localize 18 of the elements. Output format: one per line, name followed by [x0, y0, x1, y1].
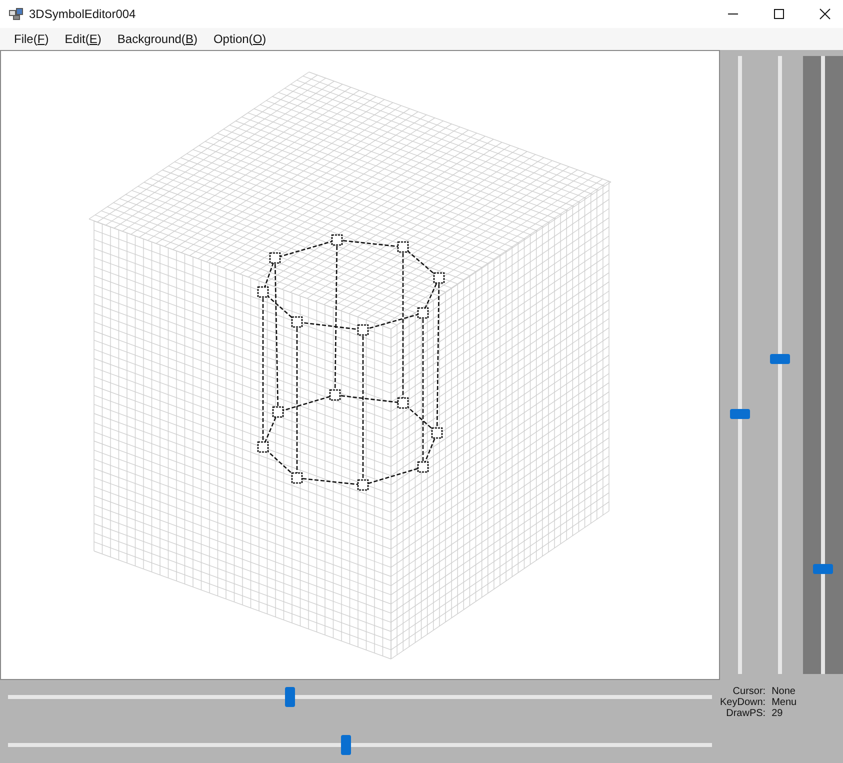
close-icon[interactable] [819, 8, 831, 20]
status-value: None [772, 686, 796, 697]
vertical-slider[interactable] [803, 56, 843, 674]
viewport-canvas[interactable] [0, 50, 720, 680]
status-value: 29 [772, 708, 784, 719]
status-value: Menu [772, 697, 797, 708]
menu-item[interactable]: Option(O) [205, 30, 274, 48]
status-label: KeyDown: [720, 697, 766, 708]
horizontal-slider[interactable] [8, 736, 712, 754]
status-label: DrawPS: [725, 708, 766, 719]
menu-item[interactable]: Edit(E) [56, 30, 110, 48]
status-label: Cursor: [732, 686, 766, 697]
maximize-icon[interactable] [773, 8, 785, 20]
window-title: 3DSymbolEditor004 [29, 7, 136, 21]
menu-item[interactable]: File(F) [6, 30, 57, 48]
menu-item[interactable]: Background(B) [109, 30, 206, 48]
horizontal-slider[interactable] [8, 688, 712, 706]
app-icon [9, 8, 23, 20]
